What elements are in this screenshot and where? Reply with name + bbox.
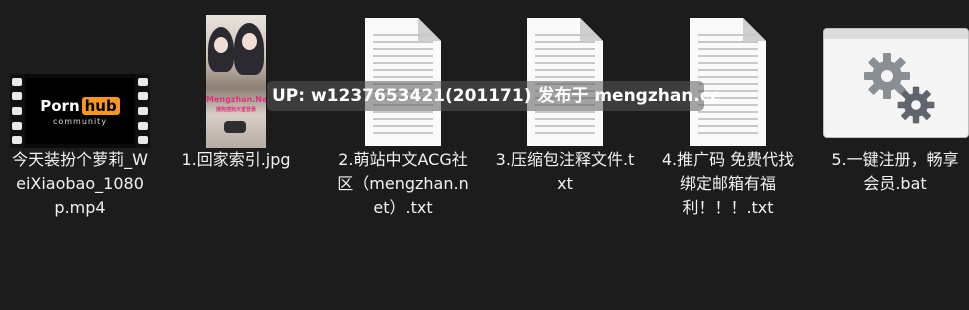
image-watermark-subtext: 搜狗搜狗天堂登录 xyxy=(215,107,256,113)
image-thumbnail: Mengzhan.Net 搜狗搜狗天堂登录 xyxy=(161,0,311,148)
file-name: 5.一键注册，畅享会员.bat xyxy=(831,150,959,193)
text-document-icon xyxy=(490,0,640,148)
batch-file-icon xyxy=(820,0,969,148)
image-watermark-text: Mengzhan.Net xyxy=(206,95,266,104)
file-name: 2.萌站中文ACG社区（mengzhan.net）.txt xyxy=(337,150,469,217)
video-frame: Porn hub community xyxy=(10,74,150,148)
file-name: 3.压缩包注释文件.txt xyxy=(495,150,635,193)
brand-logo: Porn hub xyxy=(40,96,120,115)
uploader-watermark: UP: w1237653421(201171) 发布于 mengzhan.cc xyxy=(267,81,720,111)
video-screen: Porn hub community xyxy=(26,78,134,144)
brand-subtitle: community xyxy=(52,116,108,126)
video-thumbnail: Porn hub community xyxy=(0,0,150,148)
text-document-icon xyxy=(653,0,803,148)
file-item-batch[interactable]: 5.一键注册，畅享会员.bat xyxy=(820,0,969,196)
image-preview: Mengzhan.Net 搜狗搜狗天堂登录 xyxy=(206,15,266,148)
file-item-video[interactable]: Porn hub community 今天装扮个萝莉_WeiXiaobao_108… xyxy=(0,0,150,220)
film-strip-left xyxy=(10,74,24,148)
gear-small-icon xyxy=(897,86,935,124)
file-name: 今天装扮个萝莉_WeiXiaobao_1080p.mp4 xyxy=(12,150,148,217)
film-strip-right xyxy=(136,74,150,148)
text-document-icon xyxy=(328,0,478,148)
file-name: 1.回家索引.jpg xyxy=(181,150,291,169)
file-name: 4.推广码 免费代找 绑定邮箱有福利！！！.txt xyxy=(661,150,795,217)
